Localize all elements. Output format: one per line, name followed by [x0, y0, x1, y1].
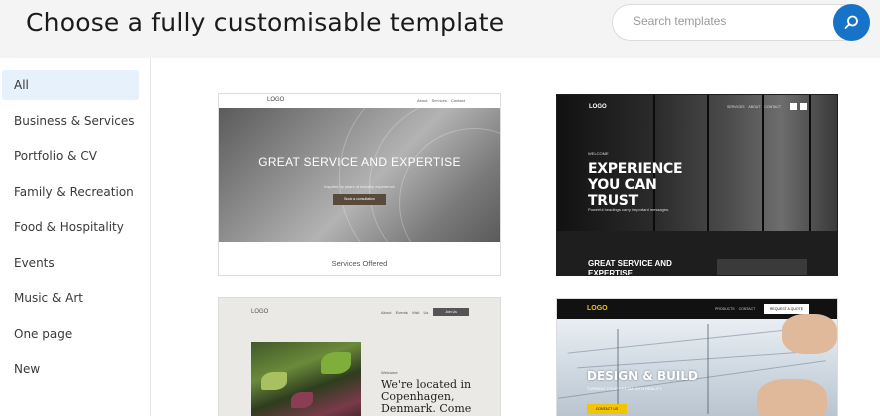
template-quote-button: REQUEST A QUOTE	[764, 304, 809, 314]
search-input[interactable]	[633, 14, 823, 28]
category-business-services[interactable]: Business & Services	[2, 106, 139, 136]
template-section-title: Services Offered	[331, 259, 388, 268]
template-headline: DESIGN & BUILD	[587, 369, 698, 383]
category-all[interactable]: All	[2, 70, 139, 100]
template-vegetables-image	[251, 342, 361, 416]
template-card-copenhagen[interactable]: LOGO About Events Visit Us Join Us Welco…	[218, 297, 501, 416]
template-headline: GREAT SERVICE AND EXPERTISE	[258, 155, 461, 169]
template-welcome: Welcome	[381, 370, 398, 375]
template-nav-links: SERVICES ABOUT CONTACT	[727, 105, 782, 109]
category-new[interactable]: New	[2, 354, 139, 384]
search-icon	[844, 15, 858, 29]
template-join-button: Join Us	[433, 308, 469, 316]
template-logo: LOGO	[587, 305, 608, 312]
category-music-art[interactable]: Music & Art	[2, 283, 139, 313]
template-headline: EXPERIENCE YOU CAN TRUST	[588, 161, 683, 209]
template-cta-button: Book a consultation	[333, 194, 386, 205]
category-one-page[interactable]: One page	[2, 319, 139, 349]
category-events[interactable]: Events	[2, 248, 139, 278]
template-nav-links: About Events Visit Us	[381, 310, 429, 315]
category-food-hospitality[interactable]: Food & Hospitality	[2, 212, 139, 242]
template-welcome: WELCOME	[588, 151, 609, 156]
category-sidebar: All Business & Services Portfolio & CV F…	[0, 58, 151, 416]
template-logo: LOGO	[251, 309, 269, 315]
template-subline: Powerful headings carry important messag…	[588, 207, 670, 212]
template-hero-image: GREAT SERVICE AND EXPERTISE Inspired by …	[219, 94, 500, 275]
template-card-experience[interactable]: LOGO SERVICES ABOUT CONTACT WELCOME EXPE…	[556, 94, 838, 276]
facebook-icon	[790, 103, 797, 110]
template-nav-links: PRODUCTS CONTACT	[715, 307, 756, 311]
template-logo: LOGO	[589, 104, 607, 110]
page-title: Choose a fully customisable template	[26, 8, 505, 37]
template-subline: Inspired by years of industry experience	[324, 184, 395, 189]
template-card-design-build[interactable]: LOGO PRODUCTS CONTACT REQUEST A QUOTE DE…	[556, 298, 838, 416]
template-section-image	[717, 259, 807, 275]
template-headline: We're located in Copenhagen, Denmark. Co…	[381, 378, 472, 415]
category-family-recreation[interactable]: Family & Recreation	[2, 177, 139, 207]
template-hero-image	[557, 314, 837, 416]
search-button[interactable]	[833, 4, 870, 41]
template-contact-button: CONTACT US	[587, 404, 627, 414]
template-section-title: GREAT SERVICE AND EXPERTISE	[588, 259, 672, 276]
category-portfolio-cv[interactable]: Portfolio & CV	[2, 141, 139, 171]
linkedin-icon	[800, 103, 807, 110]
template-logo: LOGO	[267, 97, 285, 103]
search-box[interactable]	[612, 4, 870, 41]
header: Choose a fully customisable template	[0, 0, 880, 58]
template-card-great-service[interactable]: LOGO About Services Contact GREAT SERVIC…	[218, 93, 501, 276]
template-subline: TURNING YOUR DREAM INTO REALITY	[587, 386, 662, 391]
